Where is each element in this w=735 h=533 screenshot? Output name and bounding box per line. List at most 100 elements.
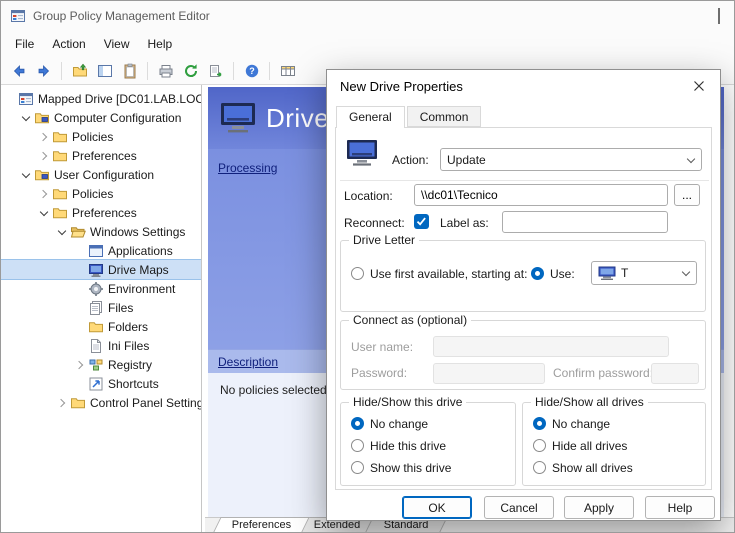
expand-chevron[interactable] [37,149,51,163]
description-link[interactable]: Description [218,355,278,369]
cancel-button[interactable]: Cancel [484,496,554,519]
no-policies-text: No policies selected [220,383,327,397]
this-no-change-radio[interactable] [351,417,364,430]
drive-letter-value: T [621,266,682,280]
properties-button[interactable] [118,59,141,82]
expand-chevron [73,377,87,391]
console-tree: Mapped Drive [DC01.LAB.LOCA Computer Con… [1,85,202,532]
toolbar-separator [269,62,270,80]
tree-item-computer-configuration[interactable]: Computer Configuration [1,108,201,127]
expand-chevron[interactable] [37,187,51,201]
show-this-drive-label: Show this drive [370,461,451,475]
show-this-drive-radio[interactable] [351,461,364,474]
forward-button[interactable] [32,59,55,82]
back-button[interactable] [7,59,30,82]
password-label: Password: [351,366,407,380]
tree-item-environment[interactable]: Environment [1,279,201,298]
toolbar-separator [147,62,148,80]
app-icon [10,8,26,24]
applications-icon [88,243,104,259]
folder-icon [52,148,68,164]
tree-item-shortcuts[interactable]: Shortcuts [1,374,201,393]
tree-item-policies[interactable]: Policies [1,184,201,203]
help-button[interactable]: Help [645,496,715,519]
close-button[interactable] [691,78,707,94]
location-input[interactable] [414,184,668,206]
folder-icon [52,186,68,202]
all-no-change-radio[interactable] [533,417,546,430]
print-button[interactable] [154,59,177,82]
hide-this-drive-radio[interactable] [351,439,364,452]
hide-all-drives-radio[interactable] [533,439,546,452]
tree-item-preferences[interactable]: Preferences [1,146,201,165]
menu-bar: File Action View Help [1,31,734,57]
general-tab-page: Action: Update Location: ... Reconnect: … [335,127,712,490]
apply-button[interactable]: Apply [564,496,634,519]
tree-item-user-configuration[interactable]: User Configuration [1,165,201,184]
drive-letter-group-title: Drive Letter [349,233,419,247]
expand-chevron[interactable] [73,358,87,372]
dialog-title: New Drive Properties [340,79,463,94]
expand-chevron[interactable] [55,396,69,410]
use-first-available-label: Use first available, starting at: [370,267,527,281]
toolbar-separator [61,62,62,80]
collapse-chevron[interactable] [19,111,33,125]
tree-item-control-panel-settings[interactable]: Control Panel Setting [1,393,201,412]
tree-item-files[interactable]: Files [1,298,201,317]
console-tree-icon [97,63,113,79]
user-name-input [433,336,669,357]
tree-item-preferences[interactable]: Preferences [1,203,201,222]
tree-item-folders[interactable]: Folders [1,317,201,336]
tree-item-mapped-drive-root[interactable]: Mapped Drive [DC01.LAB.LOCA [1,89,201,108]
up-one-level-button[interactable] [68,59,91,82]
collapse-chevron[interactable] [19,168,33,182]
expand-chevron[interactable] [37,130,51,144]
menu-action[interactable]: Action [43,33,94,55]
tree-item-registry[interactable]: Registry [1,355,201,374]
up-folder-icon [72,63,88,79]
help-icon: ? [244,63,260,79]
ok-button[interactable]: OK [402,496,472,519]
tab-common[interactable]: Common [407,106,482,127]
export-list-button[interactable] [204,59,227,82]
browse-button[interactable]: ... [674,184,700,206]
hide-show-all-drives-group: Hide/Show all drives No change Hide all … [522,402,706,486]
confirm-password-label: Confirm password: [553,366,653,380]
maximize-icon[interactable] [718,8,720,24]
show-console-tree-button[interactable] [93,59,116,82]
menu-help[interactable]: Help [139,33,182,55]
tree-item-ini-files[interactable]: Ini Files [1,336,201,355]
processing-link[interactable]: Processing [218,161,277,175]
tree-item-policies[interactable]: Policies [1,127,201,146]
expand-chevron [3,92,17,106]
tree-item-windows-settings[interactable]: Windows Settings [1,222,201,241]
use-first-available-radio[interactable] [351,267,364,280]
expand-chevron [73,282,87,296]
title-bar: Group Policy Management Editor [1,1,734,31]
tree-item-applications[interactable]: Applications [1,241,201,260]
all-no-change-label: No change [552,417,610,431]
columns-button[interactable] [276,59,299,82]
drive-letter-dropdown[interactable]: T [591,261,697,285]
menu-file[interactable]: File [6,33,43,55]
tab-general[interactable]: General [336,106,405,128]
tab-preferences[interactable]: Preferences [213,517,310,532]
folder-icon [52,205,68,221]
use-label: Use: [550,267,575,281]
refresh-icon [183,63,199,79]
help-button[interactable]: ? [240,59,263,82]
show-all-drives-radio[interactable] [533,461,546,474]
label-as-input[interactable] [502,211,668,233]
collapse-chevron[interactable] [37,206,51,220]
reconnect-checkbox[interactable] [414,214,429,229]
tree-item-drive-maps[interactable]: Drive Maps [1,260,201,279]
refresh-button[interactable] [179,59,202,82]
drive-letter-icon [598,266,616,281]
drive-icon [344,139,380,169]
menu-view[interactable]: View [95,33,139,55]
action-dropdown[interactable]: Update [440,148,702,171]
shortcuts-icon [88,376,104,392]
use-radio[interactable] [531,267,544,280]
collapse-chevron[interactable] [55,225,69,239]
user-name-label: User name: [351,340,413,354]
